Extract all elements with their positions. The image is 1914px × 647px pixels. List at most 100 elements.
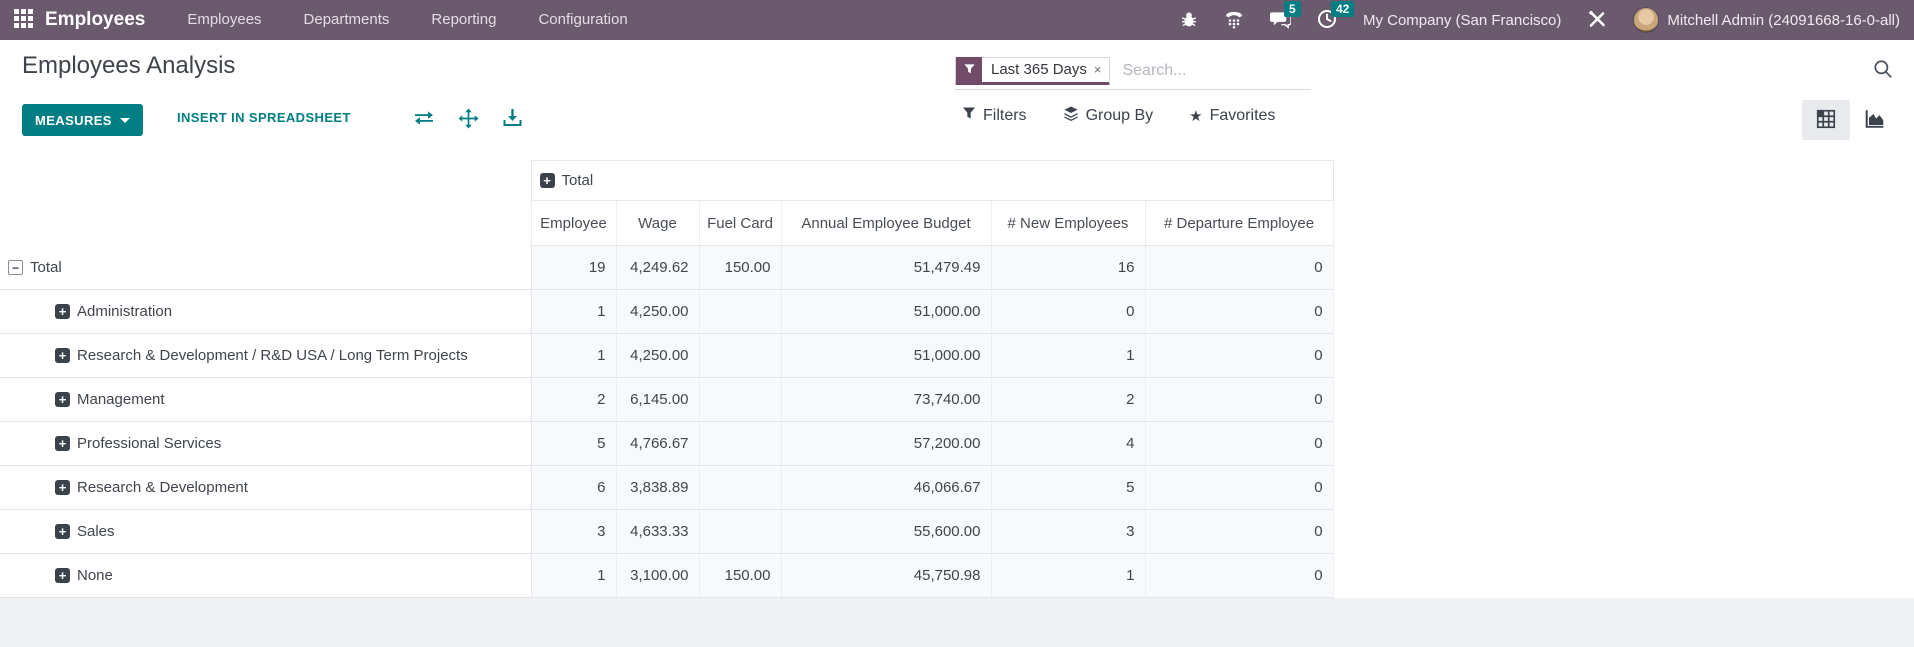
- measure-header-fuel-card[interactable]: Fuel Card: [698, 200, 782, 246]
- company-switcher[interactable]: My Company (San Francisco): [1363, 12, 1561, 29]
- expand-icon: +: [55, 524, 70, 539]
- pivot-cell-professional-services-fuel-card: [698, 421, 782, 466]
- pivot-cell-research-development-wage: 3,838.89: [615, 465, 700, 510]
- funnel-icon: [956, 56, 982, 83]
- pivot-cell-administration-fuel-card: [698, 289, 782, 334]
- download-icon: [503, 109, 522, 131]
- pivot-cell-research-development-r-d-usa-long-term-p-wage: 4,250.00: [615, 333, 700, 378]
- pivot-cell-research-development-new-employees: 5: [990, 465, 1146, 510]
- measure-header-departure-employee[interactable]: # Departure Employee: [1144, 200, 1334, 246]
- filters-label: Filters: [983, 107, 1027, 124]
- expand-icon: +: [55, 348, 70, 363]
- insert-in-spreadsheet-button[interactable]: INSERT IN SPREADSHEET: [177, 110, 351, 125]
- area-chart-icon: [1863, 108, 1886, 133]
- row-header-management[interactable]: + Management: [0, 377, 532, 422]
- expand-icon: +: [55, 480, 70, 495]
- pivot-cell-research-development-r-d-usa-long-term-p-fuel-card: [698, 333, 782, 378]
- pivot-cell-management-employee: 2: [530, 377, 617, 422]
- pivot-cell-sales-new-employees: 3: [990, 509, 1146, 554]
- table-row: + Professional Services 5 4,766.67 57,200.00…: [0, 421, 1334, 466]
- group-by-button[interactable]: Group By: [1063, 106, 1154, 126]
- chevron-down-icon: [119, 117, 130, 123]
- pivot-cell-total-annual-employee-budget: 51,479.49: [780, 245, 992, 290]
- view-switcher: [1802, 100, 1898, 140]
- nav-menu-employees[interactable]: Employees: [187, 11, 261, 28]
- row-label-text: Sales: [77, 523, 115, 540]
- favorites-label: Favorites: [1209, 107, 1276, 124]
- pivot-cell-none-departure-employee: 0: [1144, 553, 1334, 598]
- table-row: + Research & Development / R&D USA / Long…: [0, 333, 1334, 378]
- funnel-icon: [962, 107, 976, 125]
- nav-menu-reporting[interactable]: Reporting: [431, 11, 496, 28]
- pivot-cell-professional-services-employee: 5: [530, 421, 617, 466]
- control-panel: Employees Analysis Last 365 Days × MEASU…: [0, 40, 1914, 160]
- pivot-cell-none-new-employees: 1: [990, 553, 1146, 598]
- row-header-professional-services[interactable]: + Professional Services: [0, 421, 532, 466]
- pivot-cell-professional-services-new-employees: 4: [990, 421, 1146, 466]
- row-header-sales[interactable]: + Sales: [0, 509, 532, 554]
- facet-remove-button[interactable]: ×: [1094, 62, 1110, 77]
- row-header-administration[interactable]: + Administration: [0, 289, 532, 334]
- expand-all-button[interactable]: [458, 108, 479, 132]
- row-label-text: Management: [77, 391, 165, 408]
- app-name[interactable]: Employees: [45, 9, 145, 31]
- flip-axis-button[interactable]: [412, 108, 436, 131]
- activities-button[interactable]: 42: [1317, 0, 1355, 32]
- row-label-text: Research & Development / R&D USA / Long …: [77, 347, 468, 364]
- download-button[interactable]: [503, 108, 522, 131]
- measures-button[interactable]: MEASURES: [22, 104, 143, 136]
- pivot-cell-research-development-departure-employee: 0: [1144, 465, 1334, 510]
- nav-menu-configuration[interactable]: Configuration: [538, 11, 627, 28]
- pivot-view-button[interactable]: [1802, 100, 1850, 140]
- pivot-cell-management-annual-employee-budget: 73,740.00: [780, 377, 992, 422]
- nav-menu-departments[interactable]: Departments: [304, 11, 390, 28]
- pivot-cell-administration-wage: 4,250.00: [615, 289, 700, 334]
- table-row: + None 1 3,100.00 150.00 45,750.98 1 0: [0, 553, 1334, 598]
- pivot-cell-research-development-r-d-usa-long-term-p-departure-employee: 0: [1144, 333, 1334, 378]
- favorites-button[interactable]: ★ Favorites: [1189, 107, 1275, 125]
- messages-count-badge: 5: [1283, 0, 1301, 17]
- column-header-total[interactable]: + Total: [530, 160, 1334, 201]
- graph-view-button[interactable]: [1850, 100, 1898, 140]
- pivot-cell-research-development-fuel-card: [698, 465, 782, 510]
- measures-label: MEASURES: [35, 112, 112, 128]
- measure-header-annual-employee-budget[interactable]: Annual Employee Budget: [780, 200, 992, 246]
- table-row: + Management 2 6,145.00 73,740.00 2 0: [0, 377, 1334, 422]
- filters-button[interactable]: Filters: [962, 107, 1027, 125]
- row-header-total[interactable]: − Total: [0, 245, 532, 290]
- pivot-cell-sales-employee: 3: [530, 509, 617, 554]
- tools-icon: [1587, 9, 1607, 32]
- group-by-label: Group By: [1085, 107, 1154, 124]
- pivot-cell-administration-employee: 1: [530, 289, 617, 334]
- collapse-icon: −: [8, 260, 23, 275]
- row-header-research-development-r-d-usa-long-term-p[interactable]: + Research & Development / R&D USA / Long…: [0, 333, 532, 378]
- debug-mode-button[interactable]: [1180, 10, 1198, 31]
- row-header-none[interactable]: + None: [0, 553, 532, 598]
- page-title: Employees Analysis: [22, 52, 236, 79]
- messages-button[interactable]: 5: [1269, 0, 1301, 32]
- top-navbar: Employees Employees Departments Reporting C…: [0, 0, 1914, 40]
- pivot-cell-total-new-employees: 16: [990, 245, 1146, 290]
- expand-icon: +: [55, 304, 70, 319]
- pivot-cell-research-development-r-d-usa-long-term-p-employee: 1: [530, 333, 617, 378]
- pivot-cell-sales-fuel-card: [698, 509, 782, 554]
- pivot-cell-management-wage: 6,145.00: [615, 377, 700, 422]
- pivot-cell-sales-annual-employee-budget: 55,600.00: [780, 509, 992, 554]
- user-menu[interactable]: Mitchell Admin (24091668-16-0-all): [1667, 12, 1900, 29]
- table-row: + Research & Development 6 3,838.89 46,066.6…: [0, 465, 1334, 510]
- support-tools-button[interactable]: [1587, 9, 1607, 32]
- column-group-label: Total: [561, 172, 594, 189]
- measure-header-new-employees[interactable]: # New Employees: [990, 200, 1146, 246]
- search-input[interactable]: [1110, 61, 1311, 80]
- avatar[interactable]: [1633, 7, 1660, 33]
- search-toggle-button[interactable]: [1872, 58, 1894, 83]
- measure-header-employee[interactable]: Employee: [530, 200, 617, 246]
- apps-menu-button[interactable]: [14, 9, 33, 31]
- magnifier-icon: [1872, 60, 1894, 83]
- search-facet: Last 365 Days ×: [955, 56, 1111, 85]
- row-header-research-development[interactable]: + Research & Development: [0, 465, 532, 510]
- voip-dialer-button[interactable]: [1224, 9, 1244, 32]
- pivot-cell-administration-departure-employee: 0: [1144, 289, 1334, 334]
- measure-header-wage[interactable]: Wage: [615, 200, 700, 246]
- pivot-cell-research-development-r-d-usa-long-term-p-new-employees: 1: [990, 333, 1146, 378]
